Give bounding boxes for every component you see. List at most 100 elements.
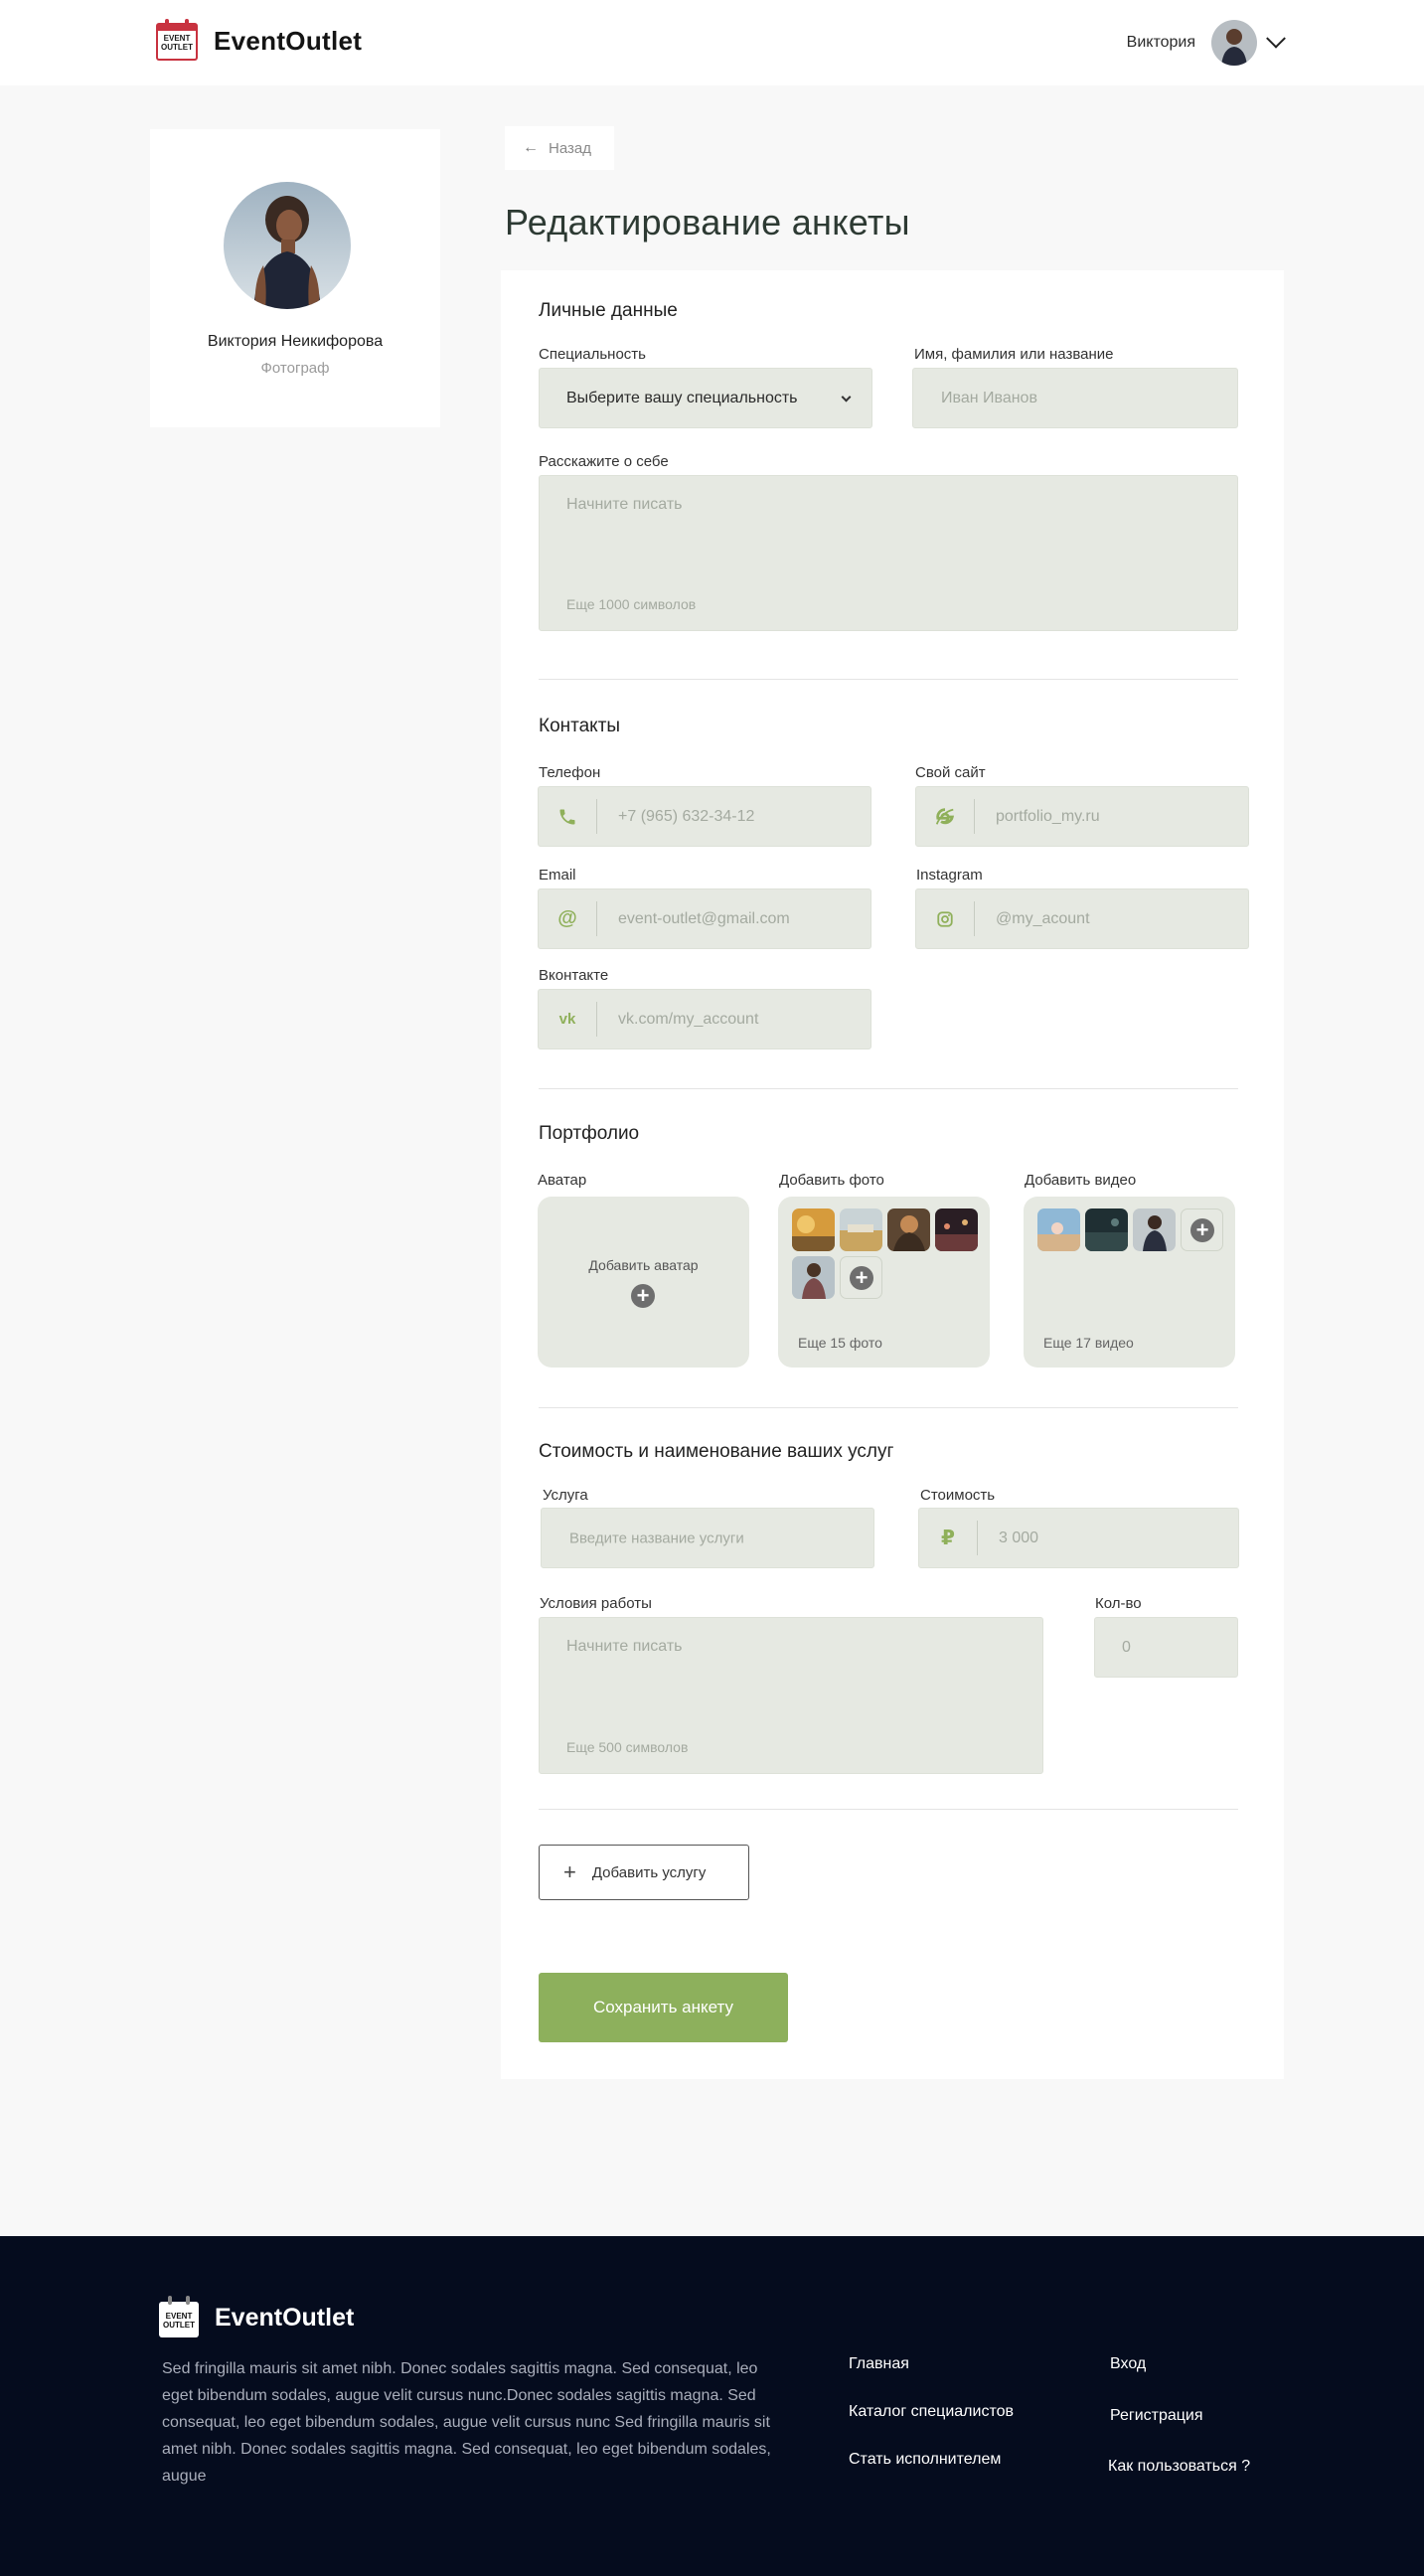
video-thumbnail[interactable] — [1085, 1208, 1128, 1251]
about-placeholder: Начните писать — [566, 496, 683, 513]
profile-name: Виктория Неикифорова — [207, 333, 384, 350]
instagram-label: Instagram — [916, 867, 983, 884]
instagram-icon — [916, 889, 974, 948]
section-title-portfolio: Портфолио — [539, 1123, 640, 1144]
phone-icon — [539, 787, 596, 846]
terms-label: Условия работы — [540, 1595, 652, 1612]
price-placeholder: 3 000 — [999, 1529, 1039, 1546]
footer-link-home[interactable]: Главная — [849, 2355, 909, 2373]
divider — [539, 1088, 1238, 1089]
service-name-field[interactable]: Введите название услуги — [541, 1508, 874, 1568]
add-photo-button[interactable]: + — [840, 1256, 882, 1299]
ruble-icon: ₽ — [941, 1528, 955, 1549]
add-service-button[interactable]: + Добавить услугу — [539, 1845, 749, 1900]
divider — [539, 1407, 1238, 1408]
chevron-down-icon — [841, 392, 852, 402]
photo-label: Добавить фото — [779, 1172, 884, 1189]
divider — [539, 679, 1238, 680]
vk-field[interactable]: vk vk.com/my_account — [538, 989, 871, 1049]
video-thumbnail[interactable] — [1037, 1208, 1080, 1251]
price-label: Стоимость — [920, 1487, 996, 1504]
profile-role: Фотограф — [260, 360, 330, 377]
profile-card: Виктория Неикифорова Фотограф — [150, 129, 440, 427]
photo-thumbnail[interactable] — [887, 1208, 930, 1251]
section-title-contacts: Контакты — [539, 716, 621, 736]
video-hint: Еще 17 видео — [1043, 1335, 1134, 1351]
photo-hint: Еще 15 фото — [798, 1335, 882, 1351]
plus-circle-icon: + — [1190, 1218, 1214, 1242]
footer-link-become-performer[interactable]: Стать исполнителем — [849, 2451, 1001, 2469]
user-name: Виктория — [1126, 34, 1195, 51]
phone-label: Телефон — [539, 764, 601, 781]
chevron-down-icon[interactable] — [1266, 28, 1286, 49]
at-sign-icon: @ — [557, 907, 577, 929]
name-field[interactable]: Иван Иванов — [912, 368, 1238, 428]
profile-photo — [224, 182, 351, 309]
logo[interactable]: EVENT OUTLET EventOutlet — [156, 19, 362, 63]
avatar[interactable] — [1211, 20, 1257, 66]
footer-link-how-to-use[interactable]: Как пользоваться ? — [1108, 2458, 1250, 2476]
price-field[interactable]: ₽ 3 000 — [918, 1508, 1239, 1568]
email-label: Email — [539, 867, 576, 884]
edit-form: Личные данные Специальность Выберите ваш… — [501, 270, 1284, 2079]
specialty-label: Специальность — [539, 346, 646, 363]
footer: EVENT OUTLET EventOutlet Sed fringilla ma… — [0, 2236, 1424, 2576]
video-upload: + Еще 17 видео — [1024, 1197, 1235, 1368]
section-title-services: Стоимость и наименование ваших услуг — [539, 1441, 894, 1462]
footer-link-register[interactable]: Регистрация — [1110, 2407, 1203, 2425]
vk-placeholder: vk.com/my_account — [618, 1010, 759, 1028]
terms-placeholder: Начните писать — [566, 1638, 683, 1655]
photo-thumbnail[interactable] — [935, 1208, 978, 1251]
about-label: Расскажите о себе — [539, 453, 669, 470]
top-header: EVENT OUTLET EventOutlet Виктория — [0, 0, 1424, 85]
vk-icon: vk — [558, 1011, 576, 1028]
vk-label: Вконтакте — [539, 967, 609, 984]
qty-field[interactable]: 0 — [1094, 1617, 1238, 1678]
photo-thumbnail[interactable] — [792, 1256, 835, 1299]
section-title-personal: Личные данные — [539, 300, 678, 321]
user-menu[interactable]: Виктория — [1126, 20, 1286, 66]
qty-label: Кол-во — [1095, 1595, 1142, 1612]
instagram-placeholder: @my_acount — [996, 909, 1090, 927]
instagram-field[interactable]: @my_acount — [915, 888, 1249, 949]
back-label: Назад — [549, 139, 591, 157]
video-thumbnail[interactable] — [1133, 1208, 1176, 1251]
arrow-left-icon: ← — [523, 139, 539, 156]
about-textarea[interactable]: Начните писать Еще 1000 символов — [539, 475, 1238, 631]
avatar-upload[interactable]: Добавить аватар + — [538, 1197, 749, 1368]
service-name-placeholder: Введите название услуги — [569, 1530, 744, 1546]
video-label: Добавить видео — [1025, 1172, 1137, 1189]
email-field[interactable]: @ event-outlet@gmail.com — [538, 888, 871, 949]
name-placeholder: Иван Иванов — [941, 389, 1037, 406]
service-label: Услуга — [543, 1487, 588, 1504]
terms-textarea[interactable]: Начните писать Еще 500 символов — [539, 1617, 1043, 1774]
phone-field[interactable]: +7 (965) 632-34-12 — [538, 786, 871, 847]
name-label: Имя, фамилия или название — [914, 346, 1114, 363]
calendar-logo-icon: EVENT OUTLET — [156, 19, 198, 63]
qty-placeholder: 0 — [1122, 1638, 1131, 1656]
avatar-upload-label: Добавить аватар — [588, 1257, 699, 1273]
save-profile-button[interactable]: Сохранить анкету — [539, 1973, 788, 2042]
footer-logo[interactable]: EVENT OUTLET EventOutlet — [159, 2296, 354, 2339]
site-placeholder: portfolio_my.ru — [996, 807, 1100, 825]
footer-link-login[interactable]: Вход — [1110, 2355, 1146, 2373]
site-label: Свой сайт — [915, 764, 986, 781]
add-video-button[interactable]: + — [1181, 1208, 1223, 1251]
plus-circle-icon: + — [631, 1284, 655, 1308]
site-field[interactable]: portfolio_my.ru — [915, 786, 1249, 847]
internet-explorer-icon — [916, 787, 974, 846]
plus-circle-icon: + — [850, 1266, 873, 1290]
email-placeholder: event-outlet@gmail.com — [618, 909, 790, 927]
page-title: Редактирование анкеты — [505, 202, 910, 242]
back-button[interactable]: ← Назад — [505, 126, 614, 170]
terms-char-hint: Еще 500 символов — [566, 1739, 689, 1755]
photo-thumbnail[interactable] — [792, 1208, 835, 1251]
avatar-label: Аватар — [538, 1172, 587, 1189]
footer-brand-name: EventOutlet — [215, 2303, 355, 2332]
plus-icon: + — [563, 1859, 576, 1884]
photo-upload: + Еще 15 фото — [778, 1197, 990, 1368]
specialty-select[interactable]: Выберите вашу специальность — [539, 368, 872, 428]
photo-thumbnail[interactable] — [840, 1208, 882, 1251]
brand-name: EventOutlet — [214, 25, 363, 56]
footer-link-catalog[interactable]: Каталог специалистов — [849, 2403, 1014, 2421]
